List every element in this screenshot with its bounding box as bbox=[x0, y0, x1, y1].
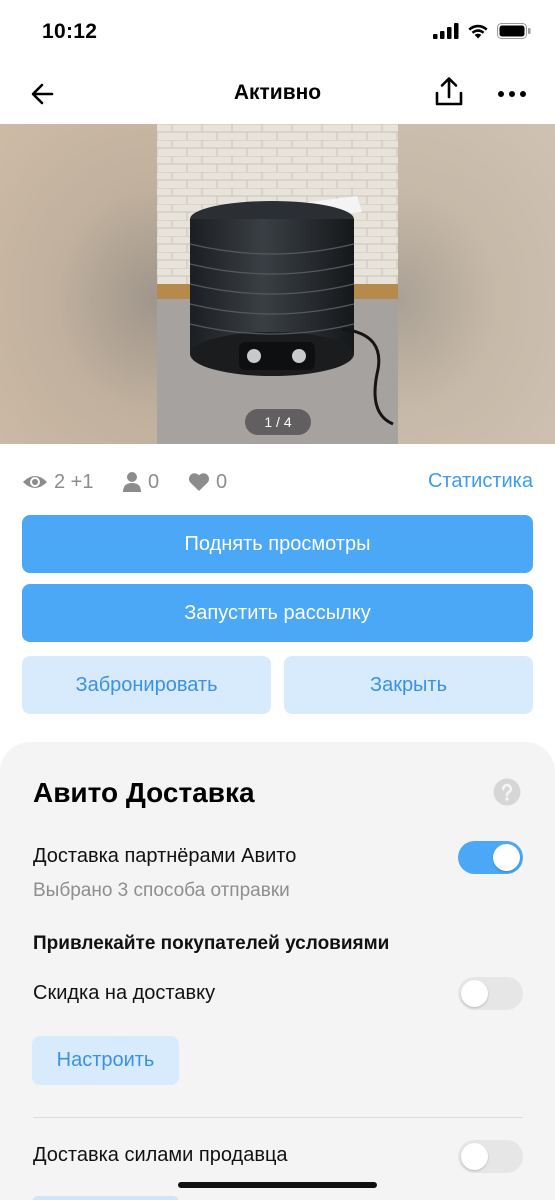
next-button-peek bbox=[32, 1196, 179, 1200]
gallery-blur-left bbox=[0, 124, 157, 444]
stats-row: 2 +1 0 0 Статистика bbox=[22, 466, 533, 498]
statistics-link[interactable]: Статистика bbox=[428, 470, 533, 493]
favorites-stat: 0 bbox=[188, 466, 227, 498]
heart-icon bbox=[188, 473, 210, 491]
help-icon[interactable] bbox=[493, 778, 521, 806]
views-count: 2 +1 bbox=[54, 470, 94, 493]
wifi-icon bbox=[468, 24, 488, 39]
status-bar: 10:12 bbox=[0, 0, 555, 64]
delivery-discount-label: Скидка на доставку bbox=[33, 982, 216, 1004]
nav-bar: Активно bbox=[0, 64, 555, 124]
favorites-count: 0 bbox=[216, 470, 228, 493]
eye-icon bbox=[23, 476, 47, 488]
gallery-blur-right bbox=[398, 124, 555, 444]
avito-delivery-card: Авито Доставка Доставка партнёрами Авито… bbox=[0, 742, 555, 1200]
partner-delivery-label: Доставка партнёрами Авито bbox=[33, 845, 297, 867]
status-icons bbox=[433, 23, 531, 39]
share-icon[interactable] bbox=[434, 76, 464, 108]
person-icon bbox=[123, 472, 141, 492]
divider bbox=[33, 1117, 523, 1118]
delivery-discount-toggle[interactable] bbox=[458, 977, 523, 1010]
battery-icon bbox=[497, 23, 531, 39]
partner-delivery-toggle[interactable] bbox=[458, 841, 523, 874]
photo-gallery[interactable]: 1 / 4 bbox=[0, 124, 555, 444]
toggle-knob bbox=[461, 980, 488, 1007]
contacts-count: 0 bbox=[148, 470, 160, 493]
toggle-knob bbox=[493, 844, 520, 871]
boost-views-button[interactable]: Поднять просмотры bbox=[22, 515, 533, 573]
seller-delivery-toggle[interactable] bbox=[458, 1140, 523, 1173]
photo-counter: 1 / 4 bbox=[245, 409, 311, 435]
toggle-knob bbox=[461, 1143, 488, 1170]
signal-icon bbox=[433, 23, 459, 39]
reserve-button[interactable]: Забронировать bbox=[22, 656, 271, 714]
more-options-icon[interactable] bbox=[496, 79, 528, 109]
contacts-stat: 0 bbox=[122, 466, 159, 498]
home-indicator bbox=[178, 1182, 377, 1188]
start-mailing-button[interactable]: Запустить рассылку bbox=[22, 584, 533, 642]
attract-buyers-heading: Привлекайте покупателей условиями bbox=[33, 933, 390, 954]
views-stat: 2 +1 bbox=[22, 466, 93, 498]
partner-delivery-subtitle: Выбрано 3 способа отправки bbox=[33, 880, 290, 901]
listing-photo[interactable] bbox=[157, 124, 398, 444]
configure-button[interactable]: Настроить bbox=[32, 1036, 179, 1085]
status-time: 10:12 bbox=[42, 20, 98, 43]
seller-delivery-label: Доставка силами продавца bbox=[33, 1144, 288, 1166]
page-title: Активно bbox=[233, 81, 322, 104]
delivery-title: Авито Доставка bbox=[33, 777, 255, 808]
close-listing-button[interactable]: Закрыть bbox=[284, 656, 533, 714]
